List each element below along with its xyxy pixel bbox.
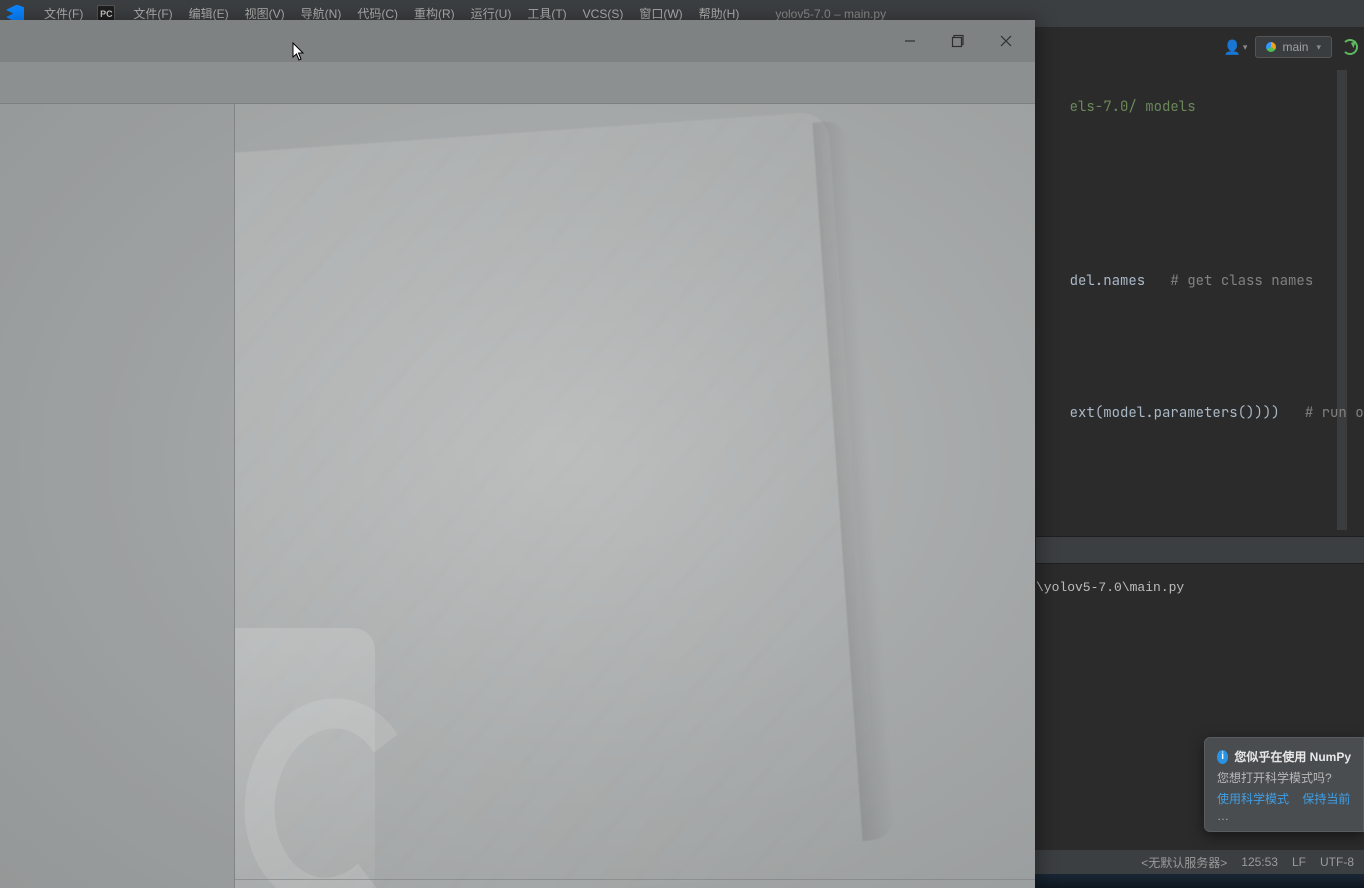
- notification-link-keep-current[interactable]: 保持当前: [1302, 792, 1350, 806]
- code-fragment: ext(model.parameters()))) # run once: [1036, 386, 1364, 440]
- info-icon: i: [1217, 750, 1228, 764]
- status-line-sep[interactable]: LF: [1292, 855, 1306, 869]
- code-fragment: del.names # get class names: [1036, 254, 1313, 308]
- account-icon[interactable]: 👤: [1225, 39, 1245, 55]
- fg-bottom-divider: [235, 879, 1035, 880]
- editor-scrollbar[interactable]: [1337, 70, 1347, 530]
- notification-link-use-scientific[interactable]: 使用科学模式: [1217, 792, 1289, 806]
- notification-more[interactable]: …: [1217, 809, 1351, 823]
- status-encoding[interactable]: UTF-8: [1320, 855, 1354, 869]
- notification-title: 您似乎在使用 NumPy: [1234, 748, 1351, 765]
- fg-sidebar: [0, 104, 235, 888]
- background-shape-mug: [235, 628, 375, 888]
- code-fragment: els-7.0/ models: [1036, 80, 1196, 134]
- status-caret-pos[interactable]: 125:53: [1241, 855, 1278, 869]
- fg-titlebar[interactable]: [0, 20, 1035, 62]
- notification-body: 您想打开科学模式吗?: [1217, 769, 1351, 786]
- git-icon: [1266, 42, 1276, 52]
- foreground-window: [0, 20, 1035, 888]
- close-button[interactable]: [983, 24, 1029, 58]
- run-toolwindow-header[interactable]: [1036, 536, 1364, 564]
- fg-content-area: [0, 104, 1035, 888]
- ide-toolbar-right: 👤 main: [1225, 32, 1358, 62]
- maximize-button[interactable]: [935, 24, 981, 58]
- fg-canvas: [235, 104, 1035, 888]
- status-server[interactable]: <无默认服务器>: [1141, 854, 1227, 871]
- project-title: yolov5-7.0 – main.py: [775, 7, 886, 21]
- minimize-button[interactable]: [887, 24, 933, 58]
- git-branch-name: main: [1282, 40, 1308, 54]
- fg-toolbar: [0, 62, 1035, 104]
- git-branch-chip[interactable]: main: [1255, 36, 1332, 58]
- numpy-notification: i 您似乎在使用 NumPy 您想打开科学模式吗? 使用科学模式 保持当前 …: [1204, 737, 1364, 832]
- run-output-path: \yolov5-7.0\main.py: [1036, 580, 1184, 595]
- update-project-icon[interactable]: [1342, 39, 1358, 55]
